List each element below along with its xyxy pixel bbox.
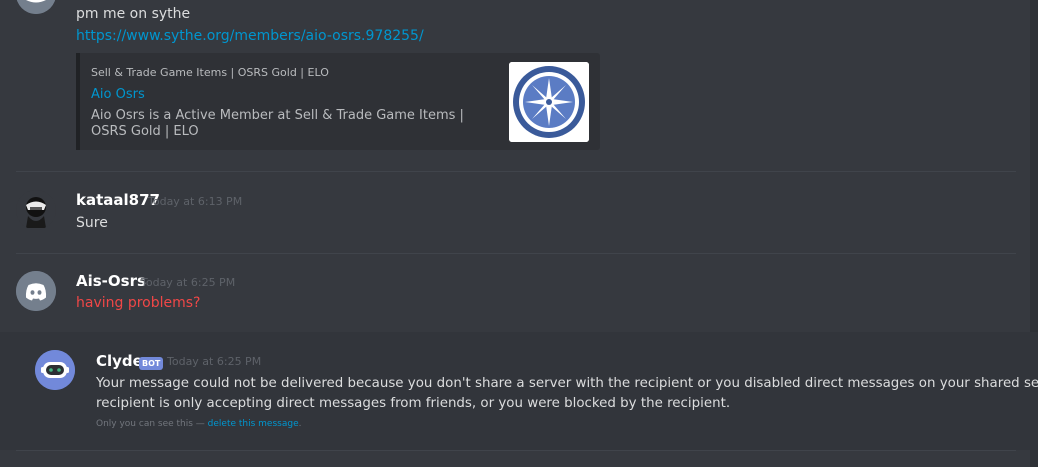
avatar[interactable] [16, 0, 56, 14]
ephemeral-notice: Only you can see this — delete this mess… [96, 419, 302, 429]
message-link-wrapper: https://www.sythe.org/members/aio-osrs.9… [76, 26, 424, 46]
ephemeral-prefix: Only you can see this — [96, 419, 208, 429]
ephemeral-suffix: . [298, 419, 302, 429]
embed-thumbnail[interactable] [509, 62, 589, 142]
timestamp: Today at 6:25 PM [167, 355, 262, 368]
user-avatar-icon [16, 190, 56, 230]
timestamp: Today at 6:13 PM [148, 195, 243, 208]
message-text: Sure [76, 215, 108, 231]
clyde-bot-icon [35, 350, 75, 390]
message-link[interactable]: https://www.sythe.org/members/aio-osrs.9… [76, 28, 424, 44]
avatar[interactable] [16, 190, 56, 230]
avatar[interactable] [35, 350, 75, 390]
embed-title-link[interactable]: Aio Osrs [91, 87, 145, 102]
message-divider [16, 450, 1016, 451]
username[interactable]: Ais-Osrs [76, 272, 146, 290]
message-text-line1: Your message could not be delivered beca… [96, 376, 1038, 391]
bot-tag-badge: BOT [139, 357, 164, 370]
avatar[interactable] [16, 271, 56, 311]
message-group-kataal877: kataal877 Today at 6:13 PM Sure [0, 172, 1028, 252]
embed-provider: Sell & Trade Game Items | OSRS Gold | EL… [91, 66, 329, 79]
message-text: having problems? [76, 295, 201, 311]
message-group-ais-osrs: Ais-Osrs Today at 6:25 PM having problem… [0, 254, 1028, 332]
embed-description: Aio Osrs is a Active Member at Sell & Tr… [91, 108, 464, 139]
delete-message-link[interactable]: delete this message [208, 419, 299, 429]
link-embed: Sell & Trade Game Items | OSRS Gold | EL… [76, 53, 600, 150]
message-group-clyde: Clyde BOT Today at 6:25 PM Your message … [0, 332, 1038, 450]
message-group-ais-first: pm me on sythe https://www.sythe.org/mem… [0, 0, 1028, 170]
timestamp: Today at 6:25 PM [141, 276, 236, 289]
compass-star-logo-icon [509, 62, 589, 142]
discord-logo-icon [16, 271, 56, 311]
message-text-line2: recipient is only accepting direct messa… [96, 396, 731, 411]
discord-logo-icon [16, 0, 56, 14]
message-text: pm me on sythe [76, 6, 191, 22]
username[interactable]: Clyde [96, 352, 143, 370]
